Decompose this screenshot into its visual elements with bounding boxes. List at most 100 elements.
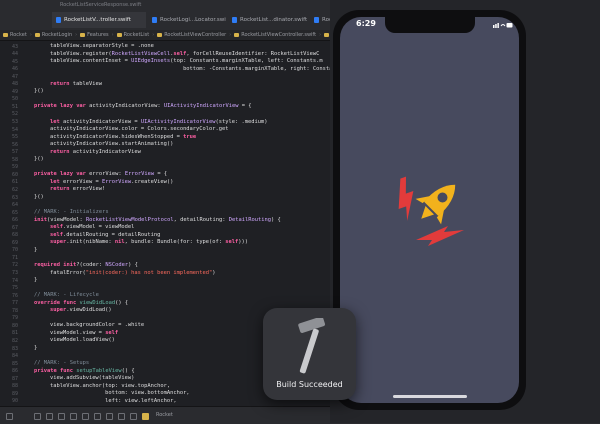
- code-token: required init: [34, 261, 77, 268]
- code-line[interactable]: }: [34, 345, 37, 351]
- code-token: ))): [238, 239, 249, 246]
- code-line[interactable]: activityIndicatorView.hidesWhenStopped =…: [50, 134, 196, 140]
- code-line[interactable]: super.init(nibName: nil, bundle: Bundle(…: [50, 239, 248, 245]
- code-token: }(): [34, 88, 44, 95]
- code-token: errorView!: [69, 186, 106, 193]
- scheme-label[interactable]: Rocket: [156, 407, 173, 424]
- code-line[interactable]: view.addSubview(tableView): [50, 375, 134, 381]
- code-line[interactable]: activityIndicatorView.color = Colors.sec…: [50, 126, 229, 132]
- memory-graph-icon[interactable]: [94, 413, 101, 420]
- queue-icon[interactable]: [130, 413, 137, 420]
- code-token: tableView.register(: [50, 50, 112, 57]
- code-line[interactable]: activityIndicatorView.startAnimating(): [50, 141, 173, 147]
- code-line[interactable]: }: [34, 247, 37, 253]
- code-line[interactable]: tableView.separatorStyle = .none: [50, 43, 154, 49]
- code-line[interactable]: return tableView: [50, 81, 102, 87]
- code-line[interactable]: // MARK: - Initializers: [34, 209, 109, 215]
- swift-file-icon: [314, 17, 319, 23]
- code-line[interactable]: bottom: view.bottomAnchor,: [50, 390, 189, 396]
- code-line[interactable]: bottom: -Constants.marginXTable, right: …: [50, 66, 332, 72]
- breadcrumb-label: RocketListViewController: [164, 32, 227, 38]
- code-line[interactable]: let activityIndicatorView = UIActivityIn…: [50, 119, 267, 125]
- breadcrumb-item[interactable]: Features: [80, 30, 109, 40]
- breadcrumb-item[interactable]: RocketListViewController.swift: [234, 30, 316, 40]
- code-line[interactable]: let errorView = ErrorView.createView(): [50, 179, 173, 185]
- code-line[interactable]: viewModel.view = self: [50, 330, 118, 336]
- breadcrumb-item[interactable]: Rocket: [3, 30, 27, 40]
- code-token: ErrorView: [124, 171, 155, 178]
- code-line[interactable]: view.backgroundColor = .white: [50, 322, 144, 328]
- breadcrumb-item[interactable]: RocketLogin: [34, 30, 72, 40]
- line-number: 72: [11, 262, 18, 269]
- code-line[interactable]: fatalError("init(coder:) has not been im…: [50, 270, 216, 276]
- code-line[interactable]: override func viewDidLoad() {: [34, 300, 128, 306]
- code-token: return: [50, 80, 70, 87]
- code-line[interactable]: // MARK: - Lifecycle: [34, 292, 99, 298]
- editor-tab[interactable]: RocketListV...troller.swift: [52, 12, 146, 28]
- chevron-right-icon: ›: [319, 32, 322, 38]
- line-number: 88: [11, 383, 18, 390]
- breadcrumb-label: RocketListViewController.swift: [241, 32, 317, 38]
- folder-icon: [324, 32, 330, 37]
- pause-icon[interactable]: [34, 413, 41, 420]
- code-line[interactable]: init(viewModel: RocketListViewModelProto…: [34, 217, 281, 223]
- editor-tab[interactable]: RocketList...dinator.swift: [228, 12, 308, 28]
- code-line[interactable]: }: [34, 277, 37, 283]
- code-token: self: [225, 239, 239, 246]
- code-token: UIActivityIndicatorView: [140, 118, 216, 125]
- folder-icon: [116, 32, 122, 37]
- line-number: 77: [11, 300, 18, 307]
- code-line[interactable]: }(): [34, 156, 44, 162]
- line-number: 85: [11, 360, 18, 367]
- code-line[interactable]: viewModel.loadView(): [50, 337, 115, 343]
- code-line[interactable]: // MARK: - Setups: [34, 360, 89, 366]
- line-number: 90: [11, 398, 18, 405]
- code-line[interactable]: self.viewModel = viewModel: [50, 224, 134, 230]
- line-number: 58: [11, 156, 18, 163]
- line-number: 59: [11, 164, 18, 171]
- code-line[interactable]: private lazy var errorView: ErrorView = …: [34, 171, 167, 177]
- code-line[interactable]: tableView.contentInset = UIEdgeInsets(to…: [50, 58, 323, 64]
- line-number: 66: [11, 217, 18, 224]
- code-line[interactable]: private func setupTableView() {: [34, 368, 135, 374]
- hide-debug-area-icon[interactable]: [6, 413, 13, 420]
- code-token: ?(coder:: [76, 261, 106, 268]
- swift-file-icon: [56, 17, 61, 23]
- tab-label: RocketLogi...Locator.swift: [160, 17, 226, 23]
- code-line[interactable]: required init?(coder: NSCoder) {: [34, 262, 138, 268]
- code-token: view.backgroundColor = .white: [50, 322, 145, 329]
- environment-icon[interactable]: [106, 413, 113, 420]
- code-line[interactable]: tableView.anchor(top: view.topAnchor,: [50, 383, 170, 389]
- code-line[interactable]: self.detailRouting = detailRouting: [50, 232, 160, 238]
- folder-icon: [3, 32, 8, 37]
- code-token: ): [212, 269, 216, 276]
- line-number: 79: [11, 315, 18, 322]
- chevron-right-icon: ›: [29, 32, 32, 38]
- step-into-icon[interactable]: [58, 413, 65, 420]
- code-token: }: [34, 277, 38, 284]
- code-line[interactable]: private lazy var activityIndicatorView: …: [34, 103, 251, 109]
- code-line[interactable]: left: view.leftAnchor,: [50, 398, 176, 404]
- code-token: self: [50, 224, 63, 231]
- line-number: 86: [11, 368, 18, 375]
- breadcrumb-label: Rocket: [10, 32, 27, 38]
- line-number: 61: [11, 179, 18, 186]
- view-hierarchy-icon[interactable]: [82, 413, 89, 420]
- breadcrumb-item[interactable]: RocketListViewController: [157, 30, 226, 40]
- editor-tab[interactable]: RocketLogi...Locator.swift: [148, 12, 226, 28]
- breadcrumb-item[interactable]: RocketList: [116, 30, 149, 40]
- line-number: 78: [11, 307, 18, 314]
- code-line[interactable]: super.viewDidLoad(): [50, 307, 112, 313]
- line-number: 69: [11, 239, 18, 246]
- code-token: // MARK: - Lifecycle: [34, 292, 99, 299]
- code-line[interactable]: }(): [34, 88, 44, 94]
- location-icon[interactable]: [118, 413, 125, 420]
- code-line[interactable]: }(): [34, 194, 44, 200]
- code-line[interactable]: return activityIndicatorView: [50, 149, 141, 155]
- step-out-icon[interactable]: [70, 413, 77, 420]
- code-line[interactable]: tableView.register(RocketListViewCell.se…: [50, 51, 319, 57]
- step-over-icon[interactable]: [46, 413, 53, 420]
- code-line[interactable]: return errorView!: [50, 186, 105, 192]
- code-token: errorView:: [85, 171, 125, 178]
- code-token: = {: [154, 171, 168, 178]
